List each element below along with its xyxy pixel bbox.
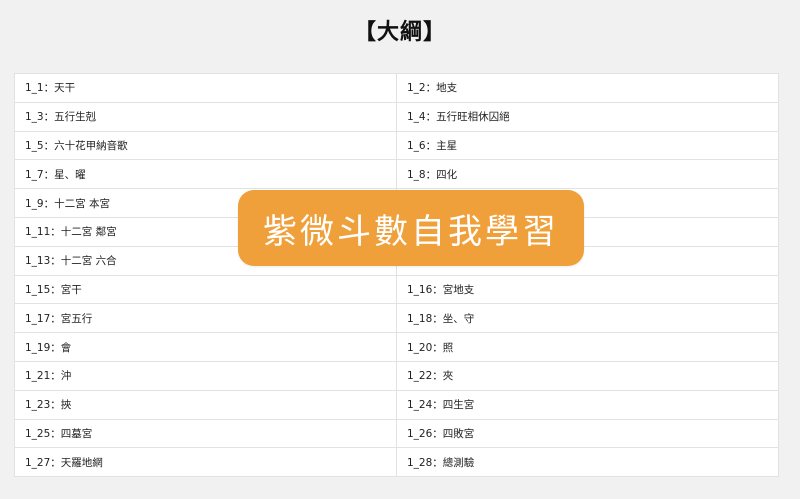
page-title: 【大綱】	[353, 20, 446, 45]
outline-link[interactable]: 1_18：坐、守	[397, 304, 779, 334]
outline-link[interactable]: 1_26：四敗宮	[397, 419, 779, 449]
outline-link[interactable]: 1_20：照	[397, 333, 779, 362]
outline-link[interactable]: 1_15：宮干	[15, 275, 397, 305]
outline-link[interactable]: 1_17：宮五行	[15, 304, 397, 334]
outline-link[interactable]: 1_7：星、曜	[15, 160, 397, 190]
outline-link[interactable]: 1_3：五行生剋	[15, 102, 397, 132]
table-row: 1_19：會 1_20：照	[15, 333, 779, 362]
outline-link[interactable]: 1_25：四墓宮	[15, 419, 397, 449]
outline-link[interactable]: 1_4：五行旺相休囚絕	[397, 102, 779, 132]
outline-link[interactable]: 1_21：沖	[15, 361, 397, 391]
outline-link[interactable]: 1_2：地支	[397, 74, 779, 103]
table-row: 1_5：六十花甲納音歌 1_6：主星	[15, 131, 779, 161]
table-row: 1_15：宮干 1_16：宮地支	[15, 275, 779, 305]
table-row: 1_7：星、曜 1_8：四化	[15, 160, 779, 190]
table-row: 1_23：挾 1_24：四生宮	[15, 390, 779, 420]
outline-link[interactable]: 1_23：挾	[15, 390, 397, 420]
outline-link[interactable]: 1_6：主星	[397, 131, 779, 161]
outline-link[interactable]: 1_1：天干	[15, 74, 397, 103]
outline-table: 1_1：天干 1_2：地支 1_3：五行生剋 1_4：五行旺相休囚絕 1_5：六…	[14, 73, 779, 478]
course-banner: 紫微斗數自我學習	[238, 190, 584, 266]
table-row: 1_25：四墓宮 1_26：四敗宮	[15, 419, 779, 449]
outline-link[interactable]: 1_16：宮地支	[397, 275, 779, 305]
table-row: 1_27：天羅地網 1_28：總測驗	[15, 448, 779, 478]
page: 【大綱】 1_1：天干 1_2：地支 1_3：五行生剋 1_4：五行旺相休囚絕 …	[0, 0, 800, 499]
outline-link[interactable]: 1_19：會	[15, 333, 397, 362]
outline-link[interactable]: 1_24：四生宮	[397, 390, 779, 420]
outline-link[interactable]: 1_8：四化	[397, 160, 779, 190]
table-row: 1_21：沖 1_22：夾	[15, 361, 779, 391]
table-row: 1_17：宮五行 1_18：坐、守	[15, 304, 779, 334]
outline-link[interactable]: 1_27：天羅地網	[15, 448, 397, 478]
table-row: 1_1：天干 1_2：地支	[15, 74, 779, 103]
outline-link[interactable]: 1_28：總測驗	[397, 448, 779, 478]
outline-link[interactable]: 1_5：六十花甲納音歌	[15, 131, 397, 161]
table-row: 1_3：五行生剋 1_4：五行旺相休囚絕	[15, 102, 779, 132]
outline-link[interactable]: 1_22：夾	[397, 361, 779, 391]
